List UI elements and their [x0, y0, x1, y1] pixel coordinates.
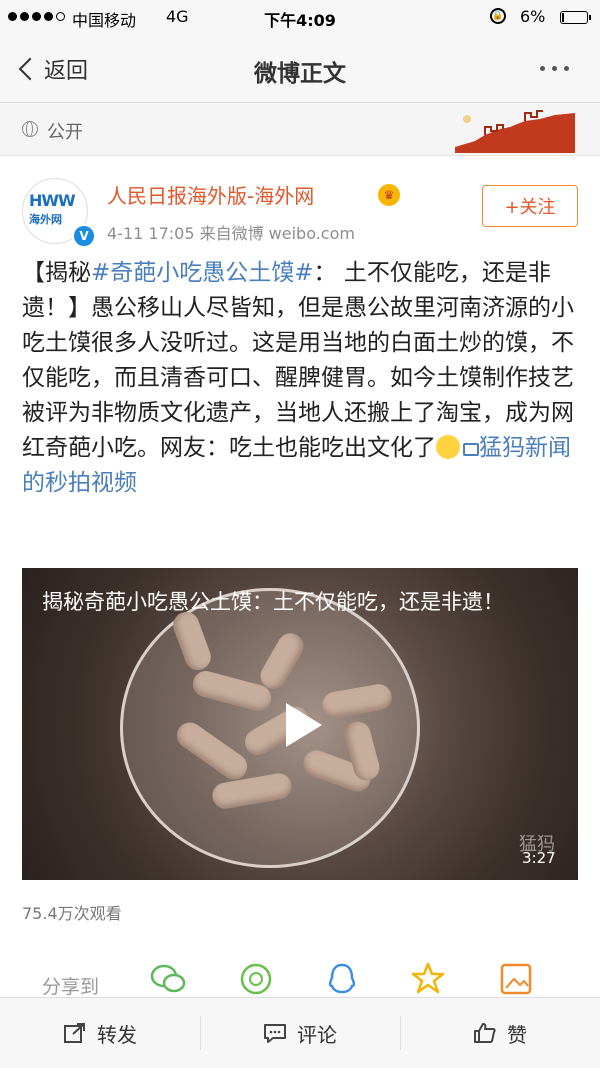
video-player[interactable]: 揭秘奇葩小吃愚公土馍：土不仅能吃，还是非遗！ 猛犸 3:27: [22, 568, 578, 880]
wechat-icon[interactable]: [150, 962, 186, 996]
post-meta: 4-11 17:05 来自微博 weibo.com: [107, 224, 355, 243]
comment-button[interactable]: 评论: [200, 998, 400, 1068]
repost-button[interactable]: 转发: [0, 998, 200, 1068]
avatar-logo-subtext: 海外网: [29, 213, 62, 226]
navigation-bar: 返回 微博正文: [0, 36, 600, 103]
topic-link[interactable]: #奇葩小吃愚公土馍#: [91, 260, 314, 286]
video-camera-icon: [463, 443, 479, 456]
repost-icon: [64, 1023, 85, 1043]
member-crown-icon: ♛: [378, 184, 400, 206]
share-label: 分享到: [42, 976, 100, 998]
clock: 下午4:09: [264, 11, 336, 30]
more-options-button[interactable]: [540, 66, 569, 71]
comment-label: 评论: [297, 1022, 337, 1047]
repost-label: 转发: [97, 1022, 137, 1047]
post-text-main: ： 土不仅能吃，还是非遗！】愚公移山人尽皆知，但是愚公故里河南济源的小吃土馍很多…: [22, 260, 574, 461]
comment-icon: [264, 1024, 286, 1043]
laugh-cry-emoji-icon: [436, 435, 460, 459]
post-text-prefix: 【揭秘: [22, 260, 91, 286]
qzone-star-icon[interactable]: [410, 962, 446, 996]
page-title: 微博正文: [254, 61, 346, 87]
status-bar: 中国移动 4G 下午4:09 🔒 6%: [0, 0, 600, 36]
qq-icon[interactable]: [324, 962, 360, 996]
battery-icon: [560, 11, 591, 24]
play-icon[interactable]: [286, 703, 322, 747]
thumbs-up-icon: [474, 1023, 496, 1043]
video-duration: 3:27: [522, 849, 556, 867]
bottom-action-bar: 转发 评论 赞: [0, 997, 600, 1068]
author-name[interactable]: 人民日报海外版-海外网: [107, 180, 314, 209]
avatar-logo-text: HWW: [29, 191, 76, 210]
visibility-label: 公开: [47, 122, 83, 143]
post-text: 【揭秘#奇葩小吃愚公土馍#： 土不仅能吃，还是非遗！】愚公移山人尽皆知，但是愚公…: [22, 256, 582, 501]
follow-button[interactable]: +关注: [482, 185, 578, 227]
globe-icon: [22, 120, 38, 137]
view-count: 75.4万次观看: [22, 904, 122, 923]
battery-percent: 6%: [520, 7, 546, 26]
like-label: 赞: [507, 1022, 527, 1047]
save-image-icon[interactable]: [498, 962, 534, 996]
like-button[interactable]: 赞: [400, 998, 600, 1068]
great-wall-decoration-icon: [455, 110, 575, 153]
verified-badge-icon: V: [72, 224, 96, 248]
rotation-lock-icon: 🔒: [490, 8, 506, 24]
video-title: 揭秘奇葩小吃愚公土馍：土不仅能吃，还是非遗！: [42, 590, 504, 614]
moments-icon[interactable]: [238, 962, 274, 996]
